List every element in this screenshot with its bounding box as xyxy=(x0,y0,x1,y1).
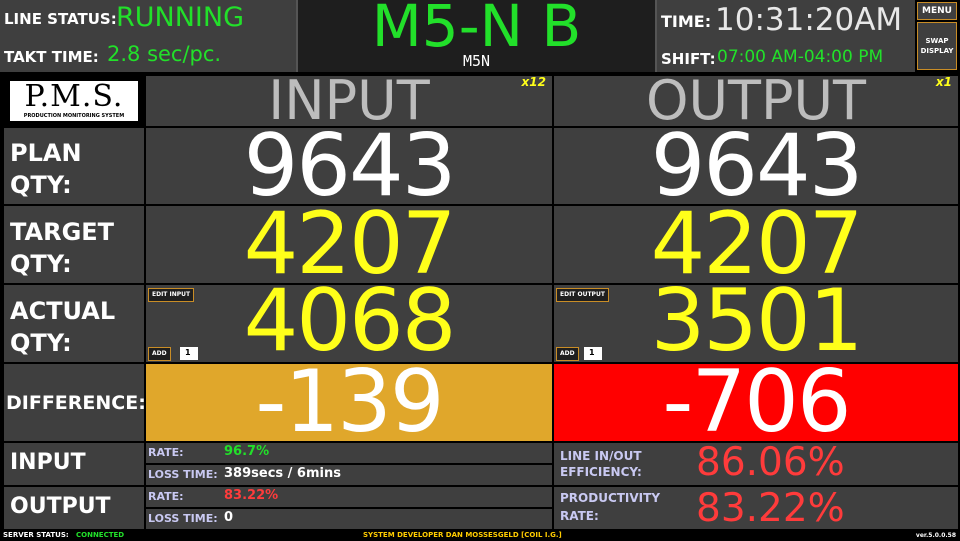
pms-logo-title: P.M.S. xyxy=(24,79,124,114)
input-loss-time-cell: LOSS TIME: 389secs / 6mins xyxy=(146,465,552,485)
developer-credit: SYSTEM DEVELOPER DAN MOSSESGELD [COIL I.… xyxy=(363,531,562,539)
target-output-value: 4207 xyxy=(650,206,864,283)
actual-output-cell: 3501 EDIT OUTPUT ADD 1 xyxy=(554,285,958,362)
line-status-value: RUNNING xyxy=(116,2,244,33)
time-value: 10:31:20AM xyxy=(715,2,903,38)
target-qty-label: QTY: xyxy=(10,250,72,278)
input-column-header: INPUT x12 xyxy=(146,76,552,126)
actual-qty-label-cell: ACTUAL QTY: xyxy=(4,285,144,362)
edit-input-button[interactable]: EDIT INPUT xyxy=(148,288,195,302)
actual-label: ACTUAL xyxy=(10,297,116,325)
target-output-cell: 4207 xyxy=(554,206,958,283)
plan-output-value: 9643 xyxy=(650,128,864,204)
input-loss-time-label: LOSS TIME: xyxy=(148,468,218,481)
shift-value: 07:00 AM-04:00 PM xyxy=(717,47,884,67)
takt-time-value: 2.8 sec/pc. xyxy=(107,42,222,66)
difference-input-cell: -139 xyxy=(146,364,552,441)
header-left-panel: LINE STATUS: RUNNING TAKT TIME: 2.8 sec/… xyxy=(0,0,296,72)
plan-output-cell: 9643 xyxy=(554,128,958,204)
swap-label: SWAP xyxy=(925,37,949,45)
line-name-panel: M5-N B M5N xyxy=(296,0,657,72)
add-output-button[interactable]: ADD xyxy=(556,347,579,361)
output-rate-value: 83.22% xyxy=(224,488,279,503)
difference-label-cell: DIFFERENCE: xyxy=(4,364,144,441)
plan-input-cell: 9643 xyxy=(146,128,552,204)
menu-button[interactable]: MENU xyxy=(917,2,957,20)
output-column-header: OUTPUT x1 xyxy=(554,76,958,126)
swap-display-button[interactable]: SWAP DISPLAY xyxy=(917,22,957,70)
output-rate-cell: RATE: 83.22% xyxy=(146,487,552,507)
actual-qty-label: QTY: xyxy=(10,329,72,357)
edit-output-button[interactable]: EDIT OUTPUT xyxy=(556,288,609,302)
target-label: TARGET xyxy=(10,218,115,246)
input-loss-time-value: 389secs / 6mins xyxy=(224,466,341,481)
line-code: M5N xyxy=(462,52,491,70)
add-input-quantity-field[interactable]: 1 xyxy=(180,347,198,360)
pms-logo-subtitle: PRODUCTION MONITORING SYSTEM xyxy=(23,113,125,119)
status-bar: SERVER STATUS: CONNECTED SYSTEM DEVELOPE… xyxy=(0,530,960,541)
plan-input-value: 9643 xyxy=(243,128,457,204)
output-stats-label: OUTPUT xyxy=(10,494,111,519)
input-column-title: INPUT xyxy=(268,76,430,126)
output-loss-time-label: LOSS TIME: xyxy=(148,512,218,525)
shift-label: SHIFT: xyxy=(661,50,716,68)
output-column-title: OUTPUT xyxy=(645,76,867,126)
line-status-label: LINE STATUS: xyxy=(4,10,117,28)
output-stats-label-cell: OUTPUT xyxy=(4,487,144,529)
productivity-label-line1: PRODUCTIVITY xyxy=(560,491,661,505)
efficiency-cell: LINE IN/OUT EFFICIENCY: 86.06% xyxy=(554,443,958,485)
target-input-cell: 4207 xyxy=(146,206,552,283)
add-output-quantity-field[interactable]: 1 xyxy=(584,347,602,360)
input-stats-label-cell: INPUT xyxy=(4,443,144,485)
actual-output-value: 3501 xyxy=(650,285,864,362)
server-status-label: SERVER STATUS: xyxy=(3,531,69,539)
actual-input-value: 4068 xyxy=(243,285,457,362)
input-rate-cell: RATE: 96.7% xyxy=(146,443,552,463)
target-qty-label-cell: TARGET QTY: xyxy=(4,206,144,283)
productivity-label-line2: RATE: xyxy=(560,509,599,523)
input-rate-value: 96.7% xyxy=(224,444,270,459)
input-rate-label: RATE: xyxy=(148,446,184,459)
difference-input-value: -139 xyxy=(255,364,444,441)
actual-input-cell: 4068 EDIT INPUT ADD 1 xyxy=(146,285,552,362)
difference-label: DIFFERENCE: xyxy=(6,392,144,414)
productivity-cell: PRODUCTIVITY RATE: 83.22% xyxy=(554,487,958,529)
target-input-value: 4207 xyxy=(243,206,457,283)
display-label: DISPLAY xyxy=(920,47,954,55)
efficiency-label-line1: LINE IN/OUT xyxy=(560,449,642,463)
version-label: ver.5.0.0.58 xyxy=(915,532,956,539)
efficiency-label-line2: EFFICIENCY: xyxy=(560,465,642,479)
time-label: TIME: xyxy=(661,12,712,31)
pms-logo-panel: P.M.S. PRODUCTION MONITORING SYSTEM xyxy=(4,76,144,126)
server-status-value: CONNECTED xyxy=(76,531,125,539)
output-rate-label: RATE: xyxy=(148,490,184,503)
difference-output-value: -706 xyxy=(662,364,851,441)
input-stats-label: INPUT xyxy=(10,450,86,475)
productivity-value: 83.22% xyxy=(696,487,845,529)
plan-qty-label-cell: PLAN QTY: xyxy=(4,128,144,204)
input-multiplier: x12 xyxy=(521,76,546,89)
pms-logo: P.M.S. PRODUCTION MONITORING SYSTEM xyxy=(9,79,139,122)
menu-button-label: MENU xyxy=(922,6,952,16)
plan-label: PLAN xyxy=(10,139,82,167)
efficiency-value: 86.06% xyxy=(696,443,845,485)
takt-time-label: TAKT TIME: xyxy=(4,48,99,66)
output-multiplier: x1 xyxy=(935,76,952,89)
output-loss-time-cell: LOSS TIME: 0 xyxy=(146,509,552,529)
plan-qty-label: QTY: xyxy=(10,171,72,199)
line-name: M5-N B xyxy=(371,0,582,60)
header-right-panel: TIME: 10:31:20AM SHIFT: 07:00 AM-04:00 P… xyxy=(657,0,915,72)
difference-output-cell: -706 xyxy=(554,364,958,441)
output-loss-time-value: 0 xyxy=(224,510,234,525)
add-input-button[interactable]: ADD xyxy=(148,347,171,361)
